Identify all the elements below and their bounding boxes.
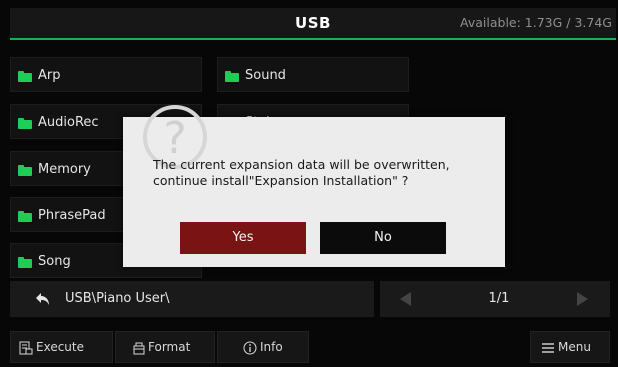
folder-icon xyxy=(18,118,32,129)
dialog-message: The current expansion data will be overw… xyxy=(153,157,498,189)
execute-button[interactable]: Execute xyxy=(10,331,113,363)
current-path: USB\Piano User\ xyxy=(65,291,170,306)
confirm-dialog: ? The current expansion data will be ove… xyxy=(123,105,505,267)
folder-icon xyxy=(18,71,32,82)
folder-icon xyxy=(18,211,32,222)
no-button[interactable]: No xyxy=(320,222,446,254)
back-arrow-icon[interactable] xyxy=(34,290,52,308)
dialog-message-line-2: continue install"Expansion Installation"… xyxy=(153,173,409,188)
folder-label: Song xyxy=(38,254,71,269)
folder-label: AudioRec xyxy=(38,115,99,130)
folder-icon xyxy=(18,257,32,268)
execute-label: Execute xyxy=(36,340,84,354)
storage-available: Available: 1.73G / 3.74G xyxy=(460,15,612,30)
menu-button[interactable]: Menu xyxy=(530,331,610,363)
dialog-message-line-1: The current expansion data will be overw… xyxy=(153,157,450,172)
execute-icon xyxy=(19,341,33,355)
menu-label: Menu xyxy=(558,340,591,354)
format-icon xyxy=(133,342,145,355)
folder-label: Sound xyxy=(245,68,286,83)
folder-icon xyxy=(225,71,239,82)
pager: 1/1 xyxy=(380,281,610,317)
yes-button[interactable]: Yes xyxy=(180,222,306,254)
folder-label: Arp xyxy=(38,68,61,83)
folder-item-sound[interactable]: Sound xyxy=(217,57,409,92)
info-icon xyxy=(243,341,257,355)
header-divider xyxy=(10,38,616,40)
folder-icon xyxy=(18,165,32,176)
folder-item-arp[interactable]: Arp xyxy=(10,57,202,92)
usb-screen: USB Available: 1.73G / 3.74G Arp AudioRe… xyxy=(0,0,618,367)
page-indicator: 1/1 xyxy=(488,291,510,306)
folder-label: PhrasePad xyxy=(38,208,106,223)
header-bar: USB Available: 1.73G / 3.74G xyxy=(10,8,616,38)
info-label: Info xyxy=(260,340,283,354)
format-button[interactable]: Format xyxy=(115,331,215,363)
next-page-icon[interactable] xyxy=(577,292,588,306)
info-button[interactable]: Info xyxy=(217,331,309,363)
hamburger-menu-icon xyxy=(542,343,554,353)
path-bar: USB\Piano User\ xyxy=(10,281,374,317)
folder-label: Memory xyxy=(38,162,91,177)
format-label: Format xyxy=(148,340,191,354)
